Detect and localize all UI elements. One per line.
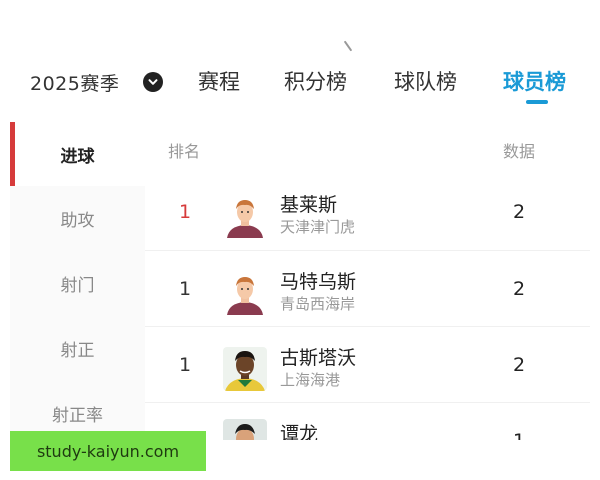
rank-number: 1 <box>178 354 192 376</box>
sidebar-active-indicator <box>10 122 15 186</box>
table-row[interactable]: 1 古斯塔沃 上海海港 2 <box>145 327 590 403</box>
chevron-down-icon[interactable] <box>143 72 164 92</box>
player-name[interactable]: 古斯塔沃 <box>280 343 356 370</box>
sidebar-item-shots-on-target[interactable]: 射正 <box>10 316 145 380</box>
player-avatar-light-icon <box>223 194 267 238</box>
rank-column-header: 排名 <box>168 142 201 161</box>
player-team: 青岛西海岸 <box>280 295 356 313</box>
player-team: 天津津门虎 <box>280 218 356 236</box>
tab-player-ranking[interactable]: 球员榜 <box>503 68 566 98</box>
sidebar-item-shots[interactable]: 射门 <box>10 251 145 315</box>
stat-value: 2 <box>512 354 526 376</box>
table-row[interactable]: 1 基莱斯 天津津门虎 2 <box>145 174 590 250</box>
season-label: 2025赛季 <box>30 72 120 95</box>
list-clip-edge <box>145 440 600 480</box>
player-team: 上海海港 <box>280 371 341 389</box>
player-avatar-light-icon <box>223 271 267 315</box>
decorative-stroke <box>343 40 353 52</box>
stat-value: 2 <box>512 201 526 223</box>
player-avatar-dark-icon <box>223 347 267 391</box>
stat-value: 2 <box>512 278 526 300</box>
player-name[interactable]: 马特乌斯 <box>280 267 356 294</box>
watermark-label: study-kaiyun.com <box>10 431 206 471</box>
rank-number: 1 <box>178 201 192 223</box>
sidebar-item-assists[interactable]: 助攻 <box>10 186 145 250</box>
season-selector[interactable]: 2025赛季 <box>30 68 164 96</box>
sidebar-item-goals[interactable]: 进球 <box>10 122 145 186</box>
value-column-header: 数据 <box>503 142 536 161</box>
tab-standings[interactable]: 积分榜 <box>284 68 347 98</box>
tab-schedule[interactable]: 赛程 <box>198 68 240 98</box>
rank-number: 1 <box>178 278 192 300</box>
player-name[interactable]: 基莱斯 <box>280 190 337 217</box>
active-tab-indicator <box>526 100 548 104</box>
table-row[interactable]: 1 马特乌斯 青岛西海岸 2 <box>145 251 590 327</box>
tab-team-ranking[interactable]: 球队榜 <box>394 68 457 98</box>
